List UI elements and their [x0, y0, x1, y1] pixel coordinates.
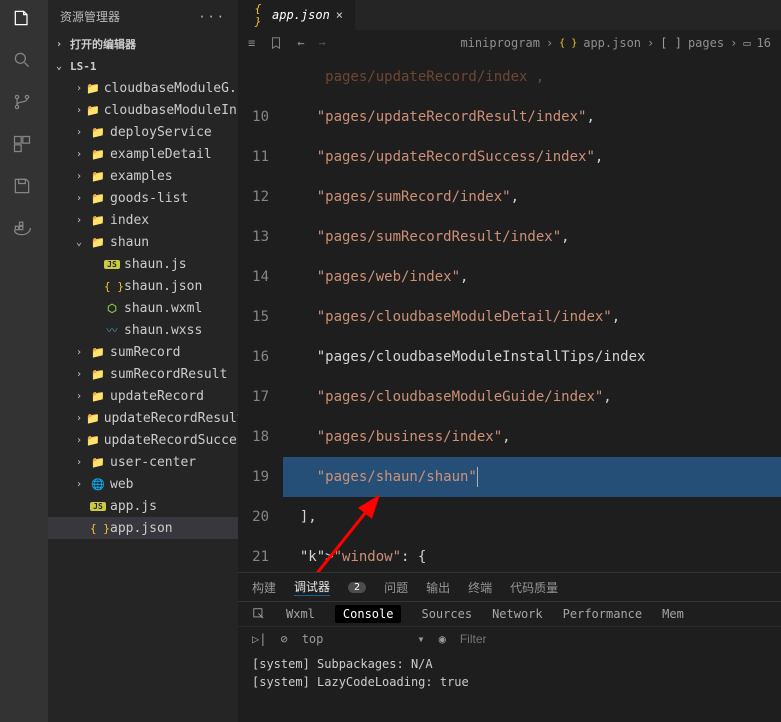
branch-icon[interactable] [12, 92, 36, 116]
crumb-folder[interactable]: miniprogram [460, 36, 539, 50]
console-output: [system] Subpackages: N/A[system] LazyCo… [238, 651, 781, 695]
tab-app-json[interactable]: { } app.json × [238, 0, 355, 30]
tree-item-shaun-js[interactable]: JSshaun.js [48, 253, 238, 275]
tab-output[interactable]: 输出 [426, 579, 450, 596]
tree-item-updateRecord[interactable]: ›📁updateRecord [48, 385, 238, 407]
tree-item-examples[interactable]: ›📁examples [48, 165, 238, 187]
file-tree: ›📁cloudbaseModuleG...›📁cloudbaseModuleIn… [48, 77, 238, 722]
dt-performance[interactable]: Performance [563, 607, 642, 621]
list-icon[interactable]: ≡ [248, 36, 255, 50]
open-editors-section[interactable]: ›打开的编辑器 [48, 33, 238, 55]
back-icon[interactable]: ← [297, 36, 304, 50]
crumb-file[interactable]: app.json [583, 36, 641, 50]
tree-item-app-json[interactable]: { }app.json [48, 517, 238, 539]
close-icon[interactable]: × [336, 8, 343, 22]
editor-area: { } app.json × ≡ ← → miniprogram › { } a… [238, 0, 781, 722]
eye-icon[interactable]: ◉ [439, 632, 446, 646]
panel-tabs: 构建 调试器 2 问题 输出 终端 代码质量 [238, 573, 781, 601]
console-toolbar: ▷| ⊘ top ▾ ◉ [238, 626, 781, 651]
tree-item-updateRecordResult[interactable]: ›📁updateRecordResult [48, 407, 238, 429]
step-icon[interactable]: ▷| [252, 632, 266, 646]
tree-item-sumRecordResult[interactable]: ›📁sumRecordResult [48, 363, 238, 385]
tab-terminal[interactable]: 终端 [468, 579, 492, 596]
dt-sources[interactable]: Sources [421, 607, 472, 621]
tree-item-app-js[interactable]: JSapp.js [48, 495, 238, 517]
explorer-title: 资源管理器 [60, 8, 120, 25]
crumb-index: 16 [757, 36, 771, 50]
inspect-icon[interactable] [252, 607, 266, 621]
dt-network[interactable]: Network [492, 607, 543, 621]
tree-item-index[interactable]: ›📁index [48, 209, 238, 231]
tree-item-web[interactable]: ›🌐web [48, 473, 238, 495]
forward-icon[interactable]: → [318, 36, 325, 50]
tab-bar: { } app.json × [238, 0, 781, 30]
tree-item-cloudbaseModuleIn-[interactable]: ›📁cloudbaseModuleIn... [48, 99, 238, 121]
tree-item-cloudbaseModuleG-[interactable]: ›📁cloudbaseModuleG... [48, 77, 238, 99]
tree-item-shaun-json[interactable]: { }shaun.json [48, 275, 238, 297]
tab-build[interactable]: 构建 [252, 579, 276, 596]
tab-debugger[interactable]: 调试器 [294, 578, 330, 596]
tab-quality[interactable]: 代码质量 [510, 579, 558, 596]
context-selector[interactable]: top [302, 632, 324, 646]
explorer-sidebar: 资源管理器 ··· ›打开的编辑器 ⌄LS-1 ›📁cloudbaseModul… [48, 0, 238, 722]
tab-problems[interactable]: 问题 [384, 579, 408, 596]
dt-console[interactable]: Console [335, 605, 402, 623]
devtool-tabs: Wxml Console Sources Network Performance… [238, 601, 781, 626]
bookmark-icon[interactable] [269, 36, 283, 50]
tree-item-goods-list[interactable]: ›📁goods-list [48, 187, 238, 209]
dt-wxml[interactable]: Wxml [286, 607, 315, 621]
files-icon[interactable] [12, 8, 36, 32]
debugger-badge: 2 [348, 582, 366, 593]
tree-item-exampleDetail[interactable]: ›📁exampleDetail [48, 143, 238, 165]
activity-bar [0, 0, 48, 722]
project-root[interactable]: ⌄LS-1 [48, 55, 238, 77]
filter-input[interactable] [460, 632, 580, 646]
breadcrumb-bar: ≡ ← → miniprogram › { } app.json › [ ] p… [238, 30, 781, 57]
tree-item-shaun[interactable]: ⌄📁shaun [48, 231, 238, 253]
json-icon: { } [250, 2, 266, 28]
tree-item-sumRecord[interactable]: ›📁sumRecord [48, 341, 238, 363]
more-icon[interactable]: ··· [198, 10, 226, 24]
search-icon[interactable] [12, 50, 36, 74]
tree-item-updateRecordSuccess[interactable]: ›📁updateRecordSuccess [48, 429, 238, 451]
extensions-icon[interactable] [12, 134, 36, 158]
tree-item-user-center[interactable]: ›📁user-center [48, 451, 238, 473]
bottom-panel: 构建 调试器 2 问题 输出 终端 代码质量 Wxml Console Sour… [238, 572, 781, 722]
dt-memory[interactable]: Mem [662, 607, 684, 621]
docker-icon[interactable] [12, 218, 36, 242]
tree-item-deployService[interactable]: ›📁deployService [48, 121, 238, 143]
tree-item-shaun-wxml[interactable]: ⬡shaun.wxml [48, 297, 238, 319]
crumb-array[interactable]: pages [688, 36, 724, 50]
code-editor[interactable]: 1011121314151617181920⌄21 pages/updateRe… [238, 57, 781, 572]
clear-icon[interactable]: ⊘ [280, 632, 287, 646]
tree-item-shaun-wxss[interactable]: 〰shaun.wxss [48, 319, 238, 341]
floppy-icon[interactable] [12, 176, 36, 200]
